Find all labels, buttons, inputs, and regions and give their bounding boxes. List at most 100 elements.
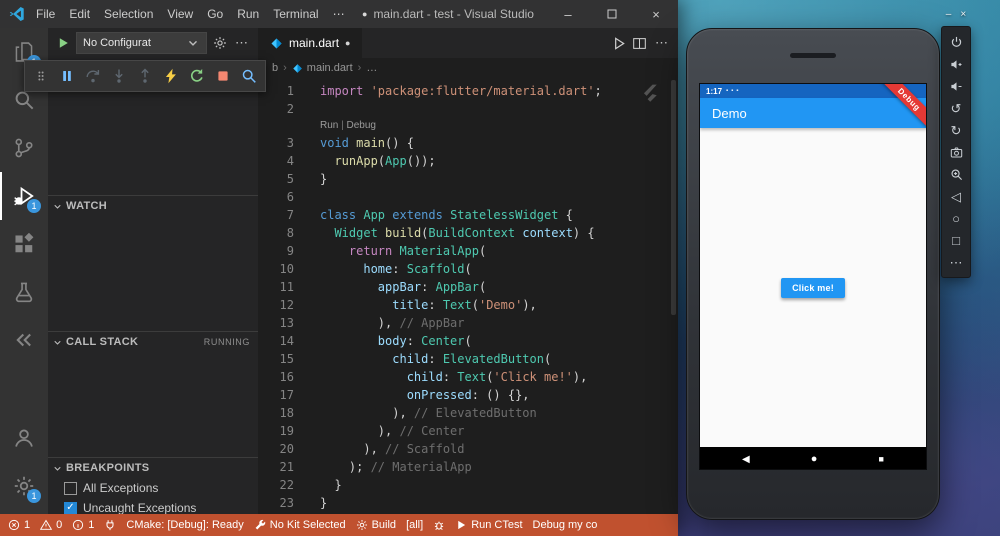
code-text: class App extends StatelessWidget { — [320, 206, 573, 224]
line-number: 4 — [258, 152, 294, 170]
problems-warnings[interactable]: 0 — [40, 519, 62, 531]
home-nav-button[interactable]: ● — [811, 449, 818, 467]
stop-button[interactable] — [210, 63, 236, 89]
close-button[interactable]: × — [634, 0, 678, 28]
more-actions-icon[interactable]: ⋯ — [233, 35, 250, 51]
cmake-status[interactable]: CMake: [Debug]: Ready — [126, 519, 243, 531]
plug-indicator[interactable] — [104, 519, 116, 531]
codelens-debug[interactable]: Debug — [347, 120, 376, 131]
overview-button[interactable]: □ — [941, 229, 971, 251]
back-button[interactable]: ◁ — [941, 185, 971, 207]
activity-test-beaker[interactable] — [0, 268, 48, 316]
hot-reload-button[interactable] — [158, 63, 184, 89]
breakpoints-section-header[interactable]: BREAKPOINTS — [48, 457, 258, 478]
ctest-run[interactable]: Run CTest — [455, 519, 522, 531]
menu-item[interactable]: View — [160, 7, 200, 21]
code-line: 4 runApp(App()); — [258, 152, 678, 170]
menu-item[interactable]: Selection — [97, 7, 160, 21]
home-button[interactable]: ○ — [941, 207, 971, 229]
menu-item[interactable]: ⋯ — [326, 7, 352, 21]
line-number: 15 — [258, 350, 294, 368]
call-stack-section-header[interactable]: CALL STACK RUNNING — [48, 331, 258, 352]
more-button[interactable]: ⋯ — [941, 251, 971, 273]
code-line: 21 ); // MaterialApp — [258, 458, 678, 476]
breakpoint-item[interactable]: All Exceptions — [48, 478, 258, 498]
overview-nav-icon: ■ — [879, 455, 884, 464]
breadcrumb: b›main.dart›… — [258, 58, 678, 78]
codelens-run[interactable]: Run — [320, 120, 338, 131]
debug-config-dropdown[interactable]: No Configurat — [76, 32, 207, 54]
breadcrumb-item[interactable]: … — [366, 62, 377, 74]
restart-button[interactable] — [184, 63, 210, 89]
breadcrumb-item[interactable]: b — [272, 62, 278, 74]
menu-item[interactable]: Go — [200, 7, 230, 21]
scrollbar[interactable] — [671, 80, 676, 315]
menu-item[interactable]: Edit — [62, 7, 97, 21]
badge: 1 — [27, 489, 41, 503]
back-nav-button[interactable]: ◀ — [742, 449, 750, 467]
test-beaker-icon — [13, 281, 35, 303]
rotate-left-button[interactable]: ↺ — [941, 97, 971, 119]
activity-run-debug[interactable]: 1 — [0, 172, 48, 220]
volume-down-button[interactable] — [941, 75, 971, 97]
cmake-kit[interactable]: No Kit Selected — [254, 519, 346, 531]
code-area[interactable]: 1import 'package:flutter/material.dart';… — [258, 78, 678, 514]
breakpoint-item[interactable]: ✓Uncaught Exceptions — [48, 498, 258, 514]
emulator-status-icons: ▪▪▪ — [726, 88, 738, 94]
step-out-button[interactable] — [132, 63, 158, 89]
rotate-right-button[interactable]: ↻ — [941, 119, 971, 141]
start-debug-icon[interactable] — [56, 36, 70, 50]
chevron-down-icon — [52, 201, 63, 212]
cmake-build[interactable]: Build — [356, 519, 396, 531]
watch-section-title: WATCH — [66, 200, 107, 212]
menu-item[interactable]: Run — [230, 7, 266, 21]
checkbox[interactable]: ✓ — [64, 502, 77, 515]
window-controls: –× — [546, 0, 678, 28]
activity-source-control[interactable] — [0, 124, 48, 172]
overview-nav-button[interactable]: ■ — [879, 449, 884, 467]
menu-item[interactable]: File — [29, 7, 62, 21]
click-me-button[interactable]: Click me! — [781, 278, 845, 298]
activity-settings-gear[interactable]: 1 — [0, 462, 48, 510]
volume-up-button[interactable] — [941, 53, 971, 75]
status-label: Run CTest — [471, 519, 522, 531]
line-number: 14 — [258, 332, 294, 350]
emulator-minimize-icon[interactable]: – — [946, 10, 952, 20]
power-button[interactable] — [941, 31, 971, 53]
status-label: [all] — [406, 519, 423, 531]
code-line: 14 body: Center( — [258, 332, 678, 350]
pause-button[interactable] — [54, 63, 80, 89]
activity-extensions[interactable] — [0, 220, 48, 268]
problems-info[interactable]: 1 — [72, 519, 94, 531]
activity-account[interactable] — [0, 414, 48, 462]
breadcrumb-label: b — [272, 62, 278, 74]
split-editor-icon[interactable] — [632, 36, 647, 51]
cmake-target[interactable]: [all] — [406, 519, 423, 531]
zoom-button[interactable] — [941, 163, 971, 185]
menu-item[interactable]: Terminal — [266, 7, 325, 21]
inspect-widget-button[interactable] — [236, 63, 262, 89]
code-line: 12 title: Text('Demo'), — [258, 296, 678, 314]
emulator-close-icon[interactable]: × — [960, 10, 966, 20]
grip-button[interactable] — [28, 63, 54, 89]
run-file-icon[interactable] — [611, 36, 626, 51]
editor-more-icon[interactable]: ⋯ — [653, 35, 670, 51]
watch-section-header[interactable]: WATCH — [48, 195, 258, 216]
minimize-button[interactable]: – — [546, 0, 590, 28]
status-label: 0 — [56, 519, 62, 531]
maximize-button[interactable] — [590, 0, 634, 28]
code-text: Widget build(BuildContext context) { — [320, 224, 595, 242]
activity-double-chevron-left[interactable] — [0, 316, 48, 364]
flutter-watermark-icon — [642, 84, 660, 106]
debug-config[interactable]: Debug my co — [533, 519, 598, 531]
checkbox[interactable] — [64, 482, 77, 495]
problems-errors[interactable]: 1 — [8, 519, 30, 531]
breadcrumb-item[interactable]: main.dart — [292, 62, 353, 74]
cmake-debug[interactable] — [433, 519, 445, 531]
step-over-button[interactable] — [80, 63, 106, 89]
gear-icon[interactable] — [213, 36, 227, 50]
step-into-button[interactable] — [106, 63, 132, 89]
screenshot-button[interactable] — [941, 141, 971, 163]
tab-main-dart[interactable]: main.dart ● — [258, 28, 362, 58]
code-text: appBar: AppBar( — [320, 278, 486, 296]
